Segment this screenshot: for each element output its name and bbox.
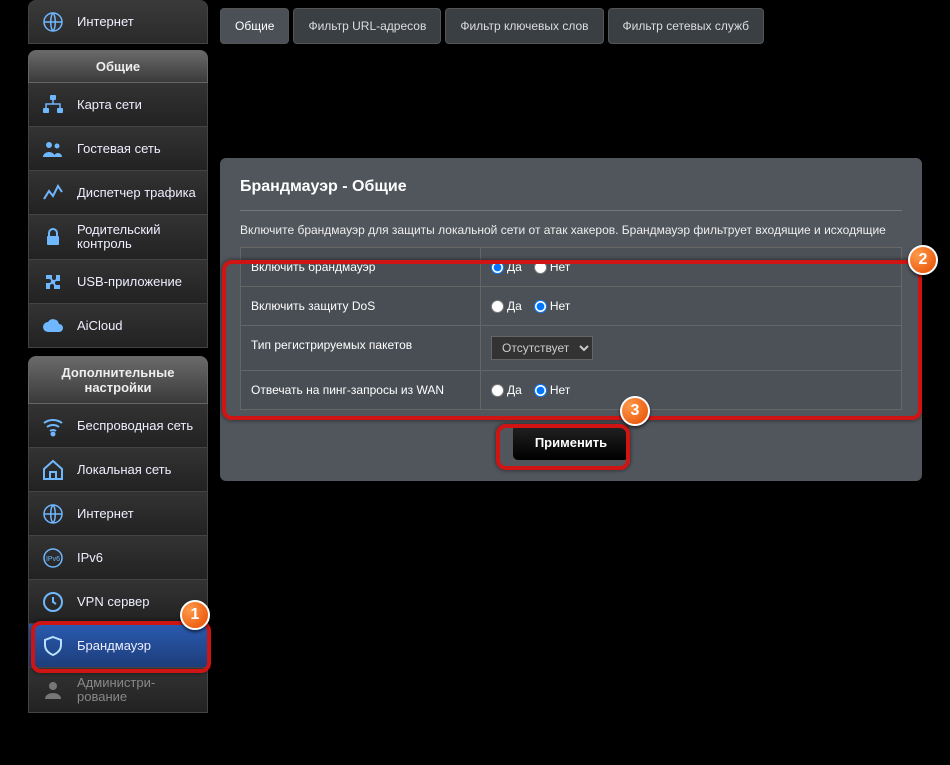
radio-yes[interactable]: Да	[491, 299, 522, 313]
radio-no[interactable]: Нет	[534, 299, 570, 313]
ipv6-icon: IPv6	[39, 546, 67, 570]
shield-icon	[39, 634, 67, 658]
panel-title: Брандмауэр - Общие	[240, 178, 902, 211]
tab-url-filter[interactable]: Фильтр URL-адресов	[293, 8, 441, 44]
callout-number-3: 3	[620, 396, 650, 426]
setting-label: Включить защиту DoS	[241, 287, 481, 325]
sidebar-item-aicloud[interactable]: AiCloud	[28, 304, 208, 348]
tabs: Общие Фильтр URL-адресов Фильтр ключевых…	[220, 0, 922, 48]
sidebar-item-admin[interactable]: Администри-рование	[28, 668, 208, 713]
sidebar-label: Интернет	[77, 15, 134, 29]
sidebar-header-advanced: Дополнительные настройки	[28, 356, 208, 404]
setting-row-dos-protection: Включить защиту DoS Да Нет	[241, 286, 901, 325]
setting-value: Да Нет	[481, 371, 901, 409]
radio-input[interactable]	[534, 261, 547, 274]
admin-icon	[39, 678, 67, 702]
radio-no[interactable]: Нет	[534, 383, 570, 397]
sidebar-label: Гостевая сеть	[77, 142, 161, 156]
tab-keyword-filter[interactable]: Фильтр ключевых слов	[445, 8, 603, 44]
settings-table: Включить брандмауэр Да Нет Включить защи…	[240, 247, 902, 410]
callout-number-1: 1	[180, 600, 210, 630]
globe-icon	[39, 10, 67, 34]
sidebar-item-lan[interactable]: Локальная сеть	[28, 448, 208, 492]
callout-number-2: 2	[908, 245, 938, 275]
setting-value: Да Нет	[481, 248, 901, 286]
network-icon	[39, 93, 67, 117]
sidebar: Интернет Общие Карта сети Гостевая сеть …	[28, 0, 208, 713]
sidebar-label: Интернет	[77, 507, 134, 521]
radio-input[interactable]	[534, 300, 547, 313]
home-icon	[39, 458, 67, 482]
setting-row-wan-ping: Отвечать на пинг-запросы из WAN Да Нет	[241, 370, 901, 409]
setting-row-logged-packets: Тип регистрируемых пакетов Отсутствует	[241, 325, 901, 370]
settings-panel: Брандмауэр - Общие Включите брандмауэр д…	[220, 158, 922, 481]
vpn-icon	[39, 590, 67, 614]
sidebar-label: Диспетчер трафика	[77, 186, 196, 200]
main-content: Общие Фильтр URL-адресов Фильтр ключевых…	[208, 0, 922, 713]
sidebar-item-traffic-manager[interactable]: Диспетчер трафика	[28, 171, 208, 215]
panel-description: Включите брандмауэр для защиты локальной…	[240, 223, 902, 237]
tab-general[interactable]: Общие	[220, 8, 289, 44]
sidebar-item-ipv6[interactable]: IPv6 IPv6	[28, 536, 208, 580]
radio-yes[interactable]: Да	[491, 383, 522, 397]
sidebar-header-general: Общие	[28, 50, 208, 83]
sidebar-item-wan[interactable]: Интернет	[28, 492, 208, 536]
setting-row-enable-firewall: Включить брандмауэр Да Нет	[241, 248, 901, 286]
sidebar-label: Локальная сеть	[77, 463, 171, 477]
sidebar-item-internet-top[interactable]: Интернет	[28, 0, 208, 44]
lock-icon	[39, 225, 67, 249]
radio-no[interactable]: Нет	[534, 260, 570, 274]
sidebar-item-firewall[interactable]: Брандмауэр	[28, 624, 208, 668]
sidebar-label: Администри-рование	[77, 676, 197, 704]
puzzle-icon	[39, 270, 67, 294]
svg-text:IPv6: IPv6	[46, 556, 60, 563]
sidebar-item-usb-app[interactable]: USB-приложение	[28, 260, 208, 304]
sidebar-label: Брандмауэр	[77, 639, 151, 653]
sidebar-item-network-map[interactable]: Карта сети	[28, 83, 208, 127]
tab-service-filter[interactable]: Фильтр сетевых служб	[608, 8, 764, 44]
sidebar-label: Родительский контроль	[77, 223, 197, 251]
cloud-icon	[39, 314, 67, 338]
sidebar-item-parental-control[interactable]: Родительский контроль	[28, 215, 208, 260]
radio-input[interactable]	[534, 384, 547, 397]
chart-icon	[39, 181, 67, 205]
logged-packets-select[interactable]: Отсутствует	[491, 336, 593, 360]
setting-label: Включить брандмауэр	[241, 248, 481, 286]
sidebar-label: AiCloud	[77, 319, 123, 333]
sidebar-label: VPN сервер	[77, 595, 150, 609]
apply-button[interactable]: Применить	[512, 424, 630, 461]
sidebar-label: USB-приложение	[77, 275, 182, 289]
setting-label: Отвечать на пинг-запросы из WAN	[241, 371, 481, 409]
sidebar-item-guest-network[interactable]: Гостевая сеть	[28, 127, 208, 171]
users-icon	[39, 137, 67, 161]
radio-yes[interactable]: Да	[491, 260, 522, 274]
setting-value: Да Нет	[481, 287, 901, 325]
radio-input[interactable]	[491, 300, 504, 313]
setting-label: Тип регистрируемых пакетов	[241, 326, 481, 370]
sidebar-item-wireless[interactable]: Беспроводная сеть	[28, 404, 208, 448]
radio-input[interactable]	[491, 384, 504, 397]
wifi-icon	[39, 414, 67, 438]
sidebar-label: IPv6	[77, 551, 103, 565]
sidebar-label: Карта сети	[77, 98, 142, 112]
radio-input[interactable]	[491, 261, 504, 274]
setting-value: Отсутствует	[481, 326, 901, 370]
globe-icon	[39, 502, 67, 526]
sidebar-label: Беспроводная сеть	[77, 419, 193, 433]
